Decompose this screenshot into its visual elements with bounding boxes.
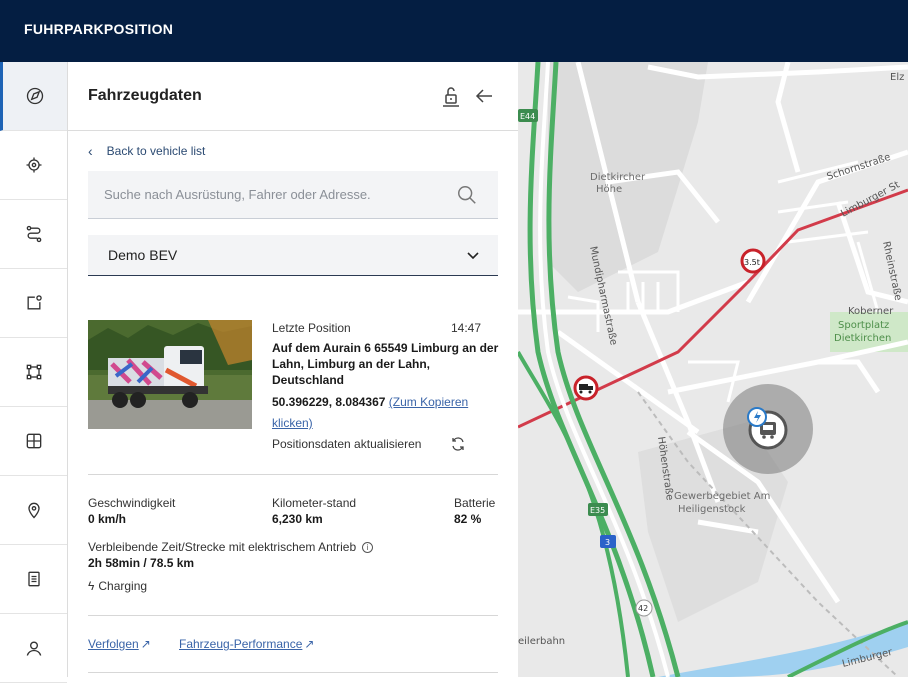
nav-item-target[interactable] [0,131,67,200]
bolt-icon: ϟ [88,579,95,593]
chevron-left-icon: ‹ [88,143,93,159]
address: Auf dem Aurain 6 65549 Limburg an der La… [272,341,499,387]
nav-rail [0,62,68,683]
vehicle-photo [88,320,252,429]
route-icon [26,225,41,243]
panel-title: Fahrzeugdaten [88,87,202,104]
unlock-button[interactable] [439,84,463,108]
e35-shield: E35 [588,503,608,516]
nav-item-route[interactable] [0,200,67,269]
performance-link[interactable]: Fahrzeug-Performance ↗ [179,637,314,651]
info-icon[interactable]: i [362,541,374,553]
vehicle-marker[interactable] [723,384,813,474]
search-icon[interactable] [456,184,478,206]
speed-label: Geschwindigkeit [88,496,176,510]
external-arrow-icon: ↗ [304,637,315,651]
app-title: FUHRPARKPOSITION [24,21,174,37]
odometer-label: Kilometer-stand [272,496,357,510]
remaining-range-value: 2h 58min / 78.5 km [88,556,195,570]
map-label-eilerbahn: eilerbahn [518,636,565,647]
map-label-dietkirchen: Dietkirchen [834,333,891,344]
notification-box-icon [27,295,42,310]
battery-label: Batterie [454,496,496,510]
refresh-icon[interactable] [450,436,466,452]
vehicle-select-value: Demo BEV [108,247,178,263]
map-label-heiligenstock: Heiligenstock [678,504,746,515]
charging-status: ϟ Charging [88,579,147,593]
vehicle-data-panel: Fahrzeugdaten ‹ Back to vehicle list Dem… [68,62,518,677]
nav-item-locations[interactable] [0,476,67,545]
location-pin-icon [27,502,40,519]
divider [88,615,498,616]
chevron-down-icon [467,252,479,260]
weight-limit-label: 3.5t [744,258,760,267]
panel-header: Fahrzeugdaten [68,62,518,131]
external-arrow-icon: ↗ [140,637,151,651]
e44-shield: E44 [518,109,538,122]
battery-value: 82 % [454,512,482,526]
map-label-sportplatz: Sportplatz [838,320,889,331]
map-label-hoehe: Höhe [596,184,622,195]
navigation-icon [26,87,44,105]
target-icon [26,157,41,173]
document-icon [27,571,40,587]
map-label-elz: Elz [890,72,904,83]
coordinates-value: 50.396229, 8.084367 [272,395,386,409]
map-label-e35: E35 [590,506,605,515]
map-view[interactable]: Elz Dietkircher Höhe Schornstraße Limbur… [518,62,908,677]
arrow-left-icon [475,89,492,103]
divider [88,474,498,475]
remaining-range-text: Verbleibende Zeit/Strecke mit elektrisch… [88,540,357,554]
refresh-position-label: Positionsdaten aktualisieren [272,437,422,451]
no-trucks-sign-icon [573,375,599,401]
geofence-icon [26,364,41,380]
performance-label: Fahrzeug-Performance [179,637,303,651]
follow-label: Verfolgen [88,637,139,651]
nav-item-reports[interactable] [0,545,67,614]
unlock-icon [443,87,459,107]
map-label-route3: 3 [605,538,610,547]
map-label-koberner: Koberner [848,306,894,317]
nav-item-user[interactable] [0,614,67,683]
charging-label: Charging [98,579,148,593]
route3-shield: 3 [600,535,616,548]
remaining-range-label: Verbleibende Zeit/Strecke mit elektrisch… [88,540,374,554]
divider [88,672,498,673]
nav-item-notifications[interactable] [0,269,67,338]
map-label-gewerbegebiet: Gewerbegebiet Am [674,491,770,502]
vehicle-select[interactable]: Demo BEV [88,235,498,276]
back-to-list-link[interactable]: ‹ Back to vehicle list [88,143,205,159]
map-label-e44: E44 [520,112,535,121]
weight-limit-sign: 3.5t [740,248,766,274]
top-bar: FUHRPARKPOSITION [0,0,908,62]
search-input[interactable] [88,171,448,217]
nav-item-dashboard[interactable] [0,407,67,476]
route42-shield: 42 [635,599,653,617]
close-panel-button[interactable] [472,84,496,108]
user-icon [26,641,41,656]
odometer-value: 6,230 km [272,512,323,526]
back-label: Back to vehicle list [106,144,206,158]
search-box [88,171,498,219]
speed-value: 0 km/h [88,512,127,526]
nav-item-navigation[interactable] [0,62,67,131]
map-canvas[interactable]: Elz Dietkircher Höhe Schornstraße Limbur… [518,62,908,677]
last-position-time: 14:47 [451,321,482,335]
follow-link[interactable]: Verfolgen ↗ [88,637,151,651]
map-label-dietkircher: Dietkircher [590,172,646,183]
nav-item-geofence[interactable] [0,338,67,407]
grid-icon [26,433,41,449]
map-label-route42: 42 [638,604,648,613]
coordinates: 50.396229, 8.084367 (Zum Kopieren klicke… [272,392,504,434]
last-position-label: Letzte Position [272,321,351,335]
